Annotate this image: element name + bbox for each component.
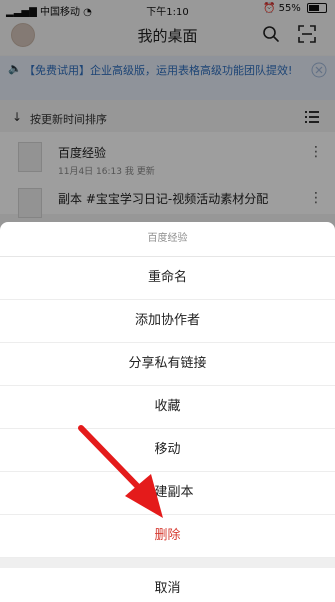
- sheet-separator: [0, 558, 335, 568]
- share-private-link-option[interactable]: 分享私有链接: [0, 343, 335, 386]
- action-sheet: 百度经验 重命名 添加协作者 分享私有链接 收藏 移动 创建副本 删除 取消: [0, 222, 335, 602]
- red-arrow-icon: [78, 425, 163, 518]
- rename-option[interactable]: 重命名: [0, 257, 335, 300]
- watermark: Baidu经验: [261, 581, 323, 595]
- sheet-title: 百度经验: [0, 222, 335, 257]
- add-collaborator-option[interactable]: 添加协作者: [0, 300, 335, 343]
